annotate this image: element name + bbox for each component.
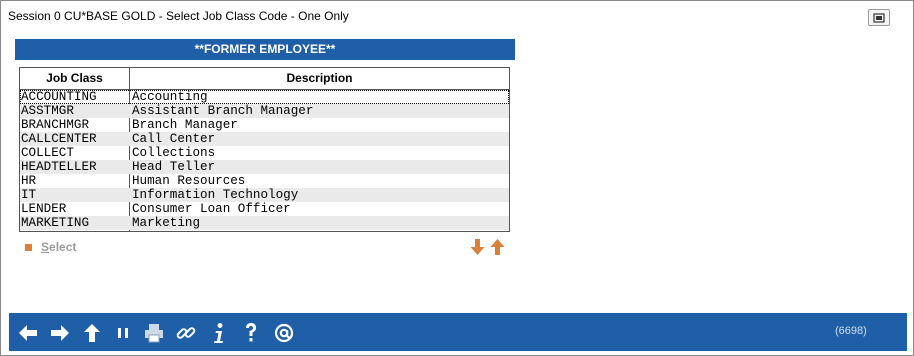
forward-arrow-icon[interactable] — [49, 322, 71, 344]
job-class-code: COLLECT — [21, 146, 74, 160]
scroll-down-button[interactable] — [469, 237, 486, 257]
arrow-down-icon — [470, 239, 485, 255]
back-arrow-icon[interactable] — [17, 322, 39, 344]
table-row[interactable]: HEADTELLER Head Teller — [20, 160, 509, 174]
pause-icon[interactable] — [112, 322, 134, 344]
column-header-description[interactable]: Description — [130, 71, 509, 85]
table-row[interactable]: ASSTMGR Assistant Branch Manager — [20, 104, 509, 118]
scroll-arrows — [469, 237, 509, 257]
scroll-up-button[interactable] — [489, 237, 506, 257]
job-class-grid: Job Class Description ACCOUNTING Account… — [19, 67, 510, 232]
up-arrow-icon[interactable] — [81, 322, 103, 344]
title-bar: Session 0 CU*BASE GOLD - Select Job Clas… — [1, 1, 913, 31]
job-class-code: HR — [21, 174, 37, 188]
link-icon[interactable] — [175, 322, 197, 344]
info-icon[interactable] — [208, 322, 230, 344]
window-title: Session 0 CU*BASE GOLD - Select Job Clas… — [8, 9, 349, 23]
help-icon[interactable] — [240, 322, 262, 344]
job-class-description: Human Resources — [132, 174, 246, 188]
table-row[interactable]: IT Information Technology — [20, 188, 509, 202]
job-class-description: Information Technology — [132, 188, 299, 202]
job-class-description: Call Center — [132, 132, 216, 146]
restore-button[interactable] — [868, 9, 890, 26]
table-row[interactable]: LENDER Consumer Loan Officer — [20, 202, 509, 216]
job-class-description: Branch Manager — [132, 118, 238, 132]
former-employee-banner: **FORMER EMPLOYEE** — [15, 39, 515, 60]
table-row[interactable]: MARKETING Marketing — [20, 216, 509, 230]
job-class-code: IT — [21, 188, 37, 202]
job-class-code: HEADTELLER — [21, 160, 97, 174]
app-window: Session 0 CU*BASE GOLD - Select Job Clas… — [0, 0, 914, 356]
print-icon[interactable] — [143, 322, 165, 344]
table-row[interactable]: BRANCHMGR Branch Manager — [20, 118, 509, 132]
arrow-up-icon — [490, 239, 505, 255]
screen-id: (6698) — [835, 325, 867, 337]
select-option-label: Select — [41, 240, 77, 254]
table-row[interactable]: COLLECT Collections — [20, 146, 509, 160]
job-class-code: MARKETING — [21, 216, 90, 230]
bottom-toolbar: (6698) — [9, 313, 907, 351]
table-row[interactable]: CALLCENTER Call Center — [20, 132, 509, 146]
job-class-code: LENDER — [21, 202, 67, 216]
job-class-description: Marketing — [132, 216, 201, 230]
job-class-description: Head Teller — [132, 160, 216, 174]
grid-header: Job Class Description — [20, 68, 509, 90]
column-header-job-class[interactable]: Job Class — [20, 71, 129, 85]
job-class-description: Collections — [132, 146, 216, 160]
job-class-code: ASSTMGR — [21, 104, 74, 118]
option-bullet — [25, 243, 32, 251]
table-row[interactable]: HR Human Resources — [20, 174, 509, 188]
email-icon[interactable] — [273, 322, 295, 344]
job-class-code: ACCOUNTING — [21, 90, 97, 104]
job-class-code: CALLCENTER — [21, 132, 97, 146]
job-class-description: Assistant Branch Manager — [132, 104, 314, 118]
table-row[interactable]: ACCOUNTING Accounting — [20, 90, 509, 104]
job-class-description: Accounting — [132, 90, 208, 104]
job-class-code: BRANCHMGR — [21, 118, 90, 132]
select-option[interactable]: Select — [25, 240, 76, 254]
job-class-description: Consumer Loan Officer — [132, 202, 291, 216]
restore-icon — [873, 12, 885, 23]
